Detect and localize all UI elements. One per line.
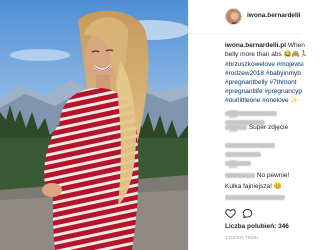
blurred-username — [225, 142, 275, 148]
comment-text: Kulka fajniejsza! — [225, 183, 272, 190]
comment: No pewnie! — [225, 171, 300, 181]
post-image — [0, 0, 188, 250]
post-username[interactable]: iwona.bernardelli — [247, 12, 300, 19]
caption-username[interactable]: iwona.bernardelli.pl — [225, 42, 286, 49]
comment-button[interactable] — [242, 206, 253, 224]
caption-text: When — [287, 42, 305, 49]
likes-count[interactable]: Liczba polubień: 346 — [225, 223, 289, 230]
blurred-username — [225, 160, 251, 166]
comment-text: Super zdjęcie — [248, 124, 289, 131]
post-actions — [225, 206, 295, 219]
blurred-username — [225, 172, 255, 178]
post-photo[interactable] — [0, 0, 188, 250]
blurred-username — [225, 124, 247, 130]
emoji-icon: 😂🙈🏃 — [283, 51, 308, 58]
caption-line: belly more than abs 😂🙈🏃 — [225, 50, 308, 60]
blurred-username — [225, 110, 277, 116]
avatar[interactable] — [225, 8, 242, 25]
comment-partial — [225, 194, 300, 201]
comment-text: No pewnie! — [256, 172, 290, 179]
speech-bubble-icon — [242, 208, 253, 219]
heart-icon — [225, 209, 236, 219]
blurred-username — [225, 151, 261, 157]
caption-text: belly more than abs — [225, 51, 282, 58]
blurred-username — [225, 194, 285, 200]
post-date: 1 DZIEŃ TEMU — [225, 235, 259, 240]
like-button[interactable] — [225, 206, 236, 224]
comment — [225, 159, 300, 169]
hashtag-line[interactable]: #ourlittleone #onelove ✨ — [225, 96, 300, 106]
comment: Super zdjęcie — [225, 123, 300, 133]
comment: Kulka fajniejsza! 😊 — [225, 182, 300, 192]
emoji-icon: 😊 — [273, 183, 282, 190]
